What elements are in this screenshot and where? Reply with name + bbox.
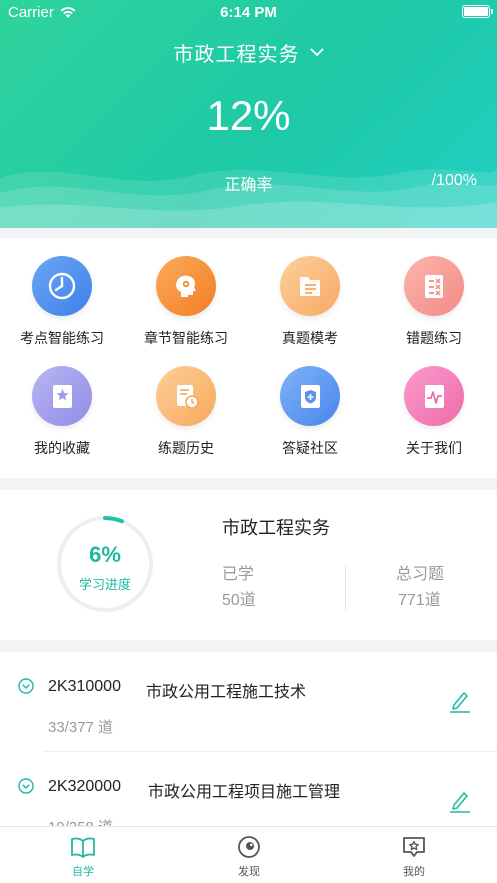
grid-item-topic-practice[interactable]: 考点智能练习 (0, 238, 124, 348)
chevron-down-icon (309, 48, 324, 57)
grid-item-wrong-answers[interactable]: 错题练习 (372, 238, 496, 348)
total-value: 771道 (398, 592, 441, 609)
clock-time: 6:14 PM (220, 4, 277, 21)
tab-label: 自学 (72, 866, 94, 878)
star-book-icon (32, 366, 92, 426)
grid-item-label: 错题练习 (406, 330, 462, 346)
tab-self-study[interactable]: 自学 (0, 827, 166, 883)
status-bar: Carrier 6:14 PM (0, 0, 497, 26)
clock-icon (32, 256, 92, 316)
grid-item-practice-history[interactable]: 练题历史 (124, 348, 248, 458)
folder-list-icon (280, 256, 340, 316)
subject-selector[interactable]: 市政工程实务 (0, 38, 497, 67)
grid-item-chapter-practice[interactable]: 章节智能练习 (124, 238, 248, 348)
progress-subject: 市政工程实务 (222, 518, 330, 538)
chapter-title: 市政公用工程项目施工管理 (148, 784, 341, 801)
pencil-icon[interactable] (449, 688, 471, 714)
grid-item-label: 章节智能练习 (144, 330, 228, 346)
progress-percent: 6% (89, 542, 121, 567)
discover-icon (238, 836, 260, 858)
header-banner: Carrier 6:14 PM 市政工程实务 12% 正确率 /100% (0, 0, 497, 228)
grid-item-label: 我的收藏 (34, 440, 90, 456)
brain-gear-icon (156, 256, 216, 316)
accuracy-value: 12% (206, 92, 291, 139)
tab-label: 我的 (403, 866, 425, 878)
tab-label: 发现 (238, 866, 260, 878)
chapter-count: 19/358 道 (48, 816, 113, 826)
grid-item-label: 答疑社区 (282, 440, 338, 456)
chevron-down-circle-icon[interactable] (18, 678, 34, 694)
accuracy-total: /100% (431, 172, 477, 189)
chapter-row[interactable]: 2K310000 市政公用工程施工技术 33/377 道 (0, 652, 497, 752)
progress-label: 学习进度 (78, 577, 131, 592)
shield-book-icon (280, 366, 340, 426)
grid-item-about-us[interactable]: 关于我们 (372, 348, 496, 458)
subject-selector-label: 市政工程实务 (173, 44, 300, 66)
grid-item-label: 真题模考 (282, 330, 338, 346)
chapter-count: 33/377 道 (48, 719, 114, 736)
tab-bar: 自学 发现 我的 (0, 826, 497, 883)
grid-item-favorites[interactable]: 我的收藏 (0, 348, 124, 458)
history-doc-icon (156, 366, 216, 426)
chapter-code: 2K310000 (48, 678, 121, 695)
tab-profile[interactable]: 我的 (331, 827, 497, 883)
pencil-icon[interactable] (449, 788, 471, 814)
grid-item-qa-community[interactable]: 答疑社区 (248, 348, 372, 458)
chapter-title: 市政公用工程施工技术 (146, 684, 307, 701)
accuracy-label: 正确率 (224, 177, 273, 194)
learned-value: 50道 (222, 592, 256, 609)
book-open-icon (71, 837, 95, 858)
pulse-doc-icon (404, 366, 464, 426)
chevron-down-circle-icon[interactable] (18, 778, 34, 794)
grid-item-label: 练题历史 (158, 440, 214, 456)
learned-label: 已学 (222, 566, 255, 583)
chapter-code: 2K320000 (48, 778, 121, 795)
wrong-list-icon (404, 256, 464, 316)
tab-discover[interactable]: 发现 (166, 827, 332, 883)
grid-item-label: 考点智能练习 (20, 330, 104, 346)
grid-item-past-exams[interactable]: 真题模考 (248, 238, 372, 348)
stat-divider (345, 566, 346, 610)
feature-grid: 考点智能练习 章节智能练习 真题模考 错题练习 我的收藏 练题历史 答疑社区 关… (0, 238, 497, 478)
progress-card: 6% 学习进度 市政工程实务 已学 50道 总习题 771道 (0, 490, 497, 640)
grid-item-label: 关于我们 (406, 440, 462, 456)
chapter-list: 2K310000 市政公用工程施工技术 33/377 道 2K320000 市政… (0, 652, 497, 826)
profile-icon (403, 837, 425, 857)
total-label: 总习题 (396, 566, 445, 583)
battery-icon (462, 5, 493, 18)
chapter-row[interactable]: 2K320000 市政公用工程项目施工管理 19/358 道 (0, 752, 497, 826)
